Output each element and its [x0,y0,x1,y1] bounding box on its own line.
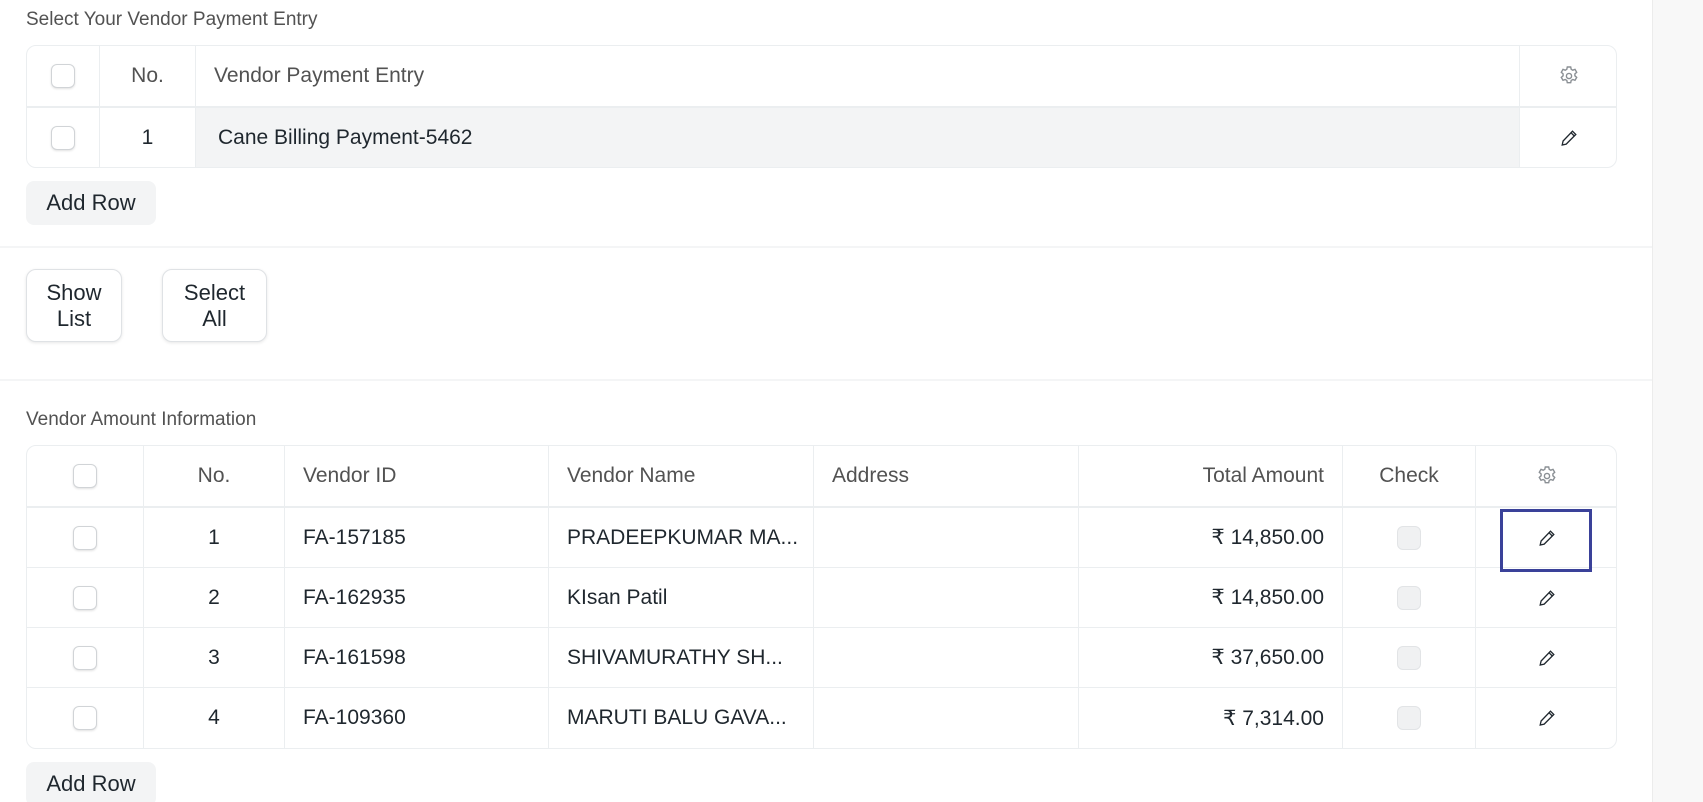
select-all-checkbox[interactable] [73,464,97,488]
vendor-amount-grid: No. Vendor ID Vendor Name Address Total … [26,445,1617,749]
form-main: Select Your Vendor Payment Entry No. Ven… [0,0,1652,802]
row-no: 1 [144,508,285,567]
vendor-id[interactable]: FA-162935 [285,568,549,627]
row-checkbox[interactable] [73,585,97,610]
vendor-row[interactable]: 2 FA-162935 KIsan Patil ₹ 14,850.00 [27,568,1616,628]
row-no: 3 [144,628,285,687]
row-checkbox[interactable] [51,126,75,150]
row-no: 4 [144,688,285,748]
payment-row[interactable]: 1 Cane Billing Payment-5462 [27,108,1616,167]
check-checkbox[interactable] [1397,585,1421,610]
check-checkbox[interactable] [1397,525,1421,550]
vendor-id[interactable]: FA-161598 [285,628,549,687]
total-amount[interactable]: ₹ 7,314.00 [1079,688,1343,748]
grid-settings-cell [1520,46,1616,106]
vendor-section-label: Vendor Amount Information [26,409,257,430]
row-no: 2 [144,568,285,627]
section-divider [0,379,1652,381]
select-all-button[interactable]: Select All [162,269,267,342]
vendor-payment-entry-value[interactable]: Cane Billing Payment-5462 [196,108,1520,167]
payment-entry-grid: No. Vendor Payment Entry 1 Cane Billing … [26,45,1617,168]
row-edit-cell [1520,108,1616,167]
gear-icon[interactable] [1535,464,1559,488]
vendor-name[interactable]: SHIVAMURATHY SH... [549,628,814,687]
row-edit-cell [1476,568,1616,627]
vendor-row[interactable]: 4 FA-109360 MARUTI BALU GAVA... ₹ 7,314.… [27,688,1616,748]
row-select-cell [27,688,144,748]
pencil-icon[interactable] [1537,588,1557,608]
vendor-name[interactable]: PRADEEPKUMAR MA... [549,508,814,567]
vendor-id[interactable]: FA-109360 [285,688,549,748]
payment-grid-header: No. Vendor Payment Entry [27,46,1616,108]
check-cell [1343,628,1476,687]
vendor-address[interactable] [814,628,1079,687]
row-select-cell [27,508,144,567]
header-vendor-payment-entry: Vendor Payment Entry [196,46,1520,106]
vendor-address[interactable] [814,508,1079,567]
check-checkbox[interactable] [1397,645,1421,670]
row-select-cell [27,568,144,627]
payment-section-label: Select Your Vendor Payment Entry [26,9,318,30]
vendor-id[interactable]: FA-157185 [285,508,549,567]
row-checkbox[interactable] [73,706,97,730]
header-no: No. [144,446,285,506]
check-cell [1343,568,1476,627]
vendor-add-row-button[interactable]: Add Row [26,762,156,802]
header-check: Check [1343,446,1476,506]
select-all-cell [27,446,144,506]
vendor-name[interactable]: KIsan Patil [549,568,814,627]
row-checkbox[interactable] [73,525,97,550]
right-sidebar-panel [1652,0,1703,802]
check-checkbox[interactable] [1397,706,1421,730]
header-total-amount: Total Amount [1079,446,1343,506]
vendor-address[interactable] [814,688,1079,748]
pencil-icon[interactable] [1537,528,1557,548]
select-all-cell [27,46,100,106]
row-no: 1 [100,108,196,167]
total-amount[interactable]: ₹ 14,850.00 [1079,568,1343,627]
header-vendor-id: Vendor ID [285,446,549,506]
check-cell [1343,688,1476,748]
vendor-address[interactable] [814,568,1079,627]
total-amount[interactable]: ₹ 37,650.00 [1079,628,1343,687]
pencil-icon[interactable] [1559,128,1579,148]
pencil-icon[interactable] [1537,648,1557,668]
row-edit-cell [1476,508,1616,567]
select-all-checkbox[interactable] [51,64,75,88]
total-amount[interactable]: ₹ 14,850.00 [1079,508,1343,567]
vendor-row[interactable]: 3 FA-161598 SHIVAMURATHY SH... ₹ 37,650.… [27,628,1616,688]
pencil-icon[interactable] [1537,708,1557,728]
row-checkbox[interactable] [73,645,97,670]
section-divider [0,246,1652,248]
header-no: No. [100,46,196,106]
header-address: Address [814,446,1079,506]
row-edit-cell [1476,688,1616,748]
header-vendor-name: Vendor Name [549,446,814,506]
row-select-cell [27,628,144,687]
show-list-button[interactable]: Show List [26,269,122,342]
payment-add-row-button[interactable]: Add Row [26,181,156,225]
row-edit-cell [1476,628,1616,687]
vendor-row[interactable]: 1 FA-157185 PRADEEPKUMAR MA... ₹ 14,850.… [27,508,1616,568]
vendor-grid-header: No. Vendor ID Vendor Name Address Total … [27,446,1616,508]
row-select-cell [27,108,100,167]
grid-settings-cell [1476,446,1616,506]
vendor-name[interactable]: MARUTI BALU GAVA... [549,688,814,748]
check-cell [1343,508,1476,567]
gear-icon[interactable] [1557,64,1581,88]
